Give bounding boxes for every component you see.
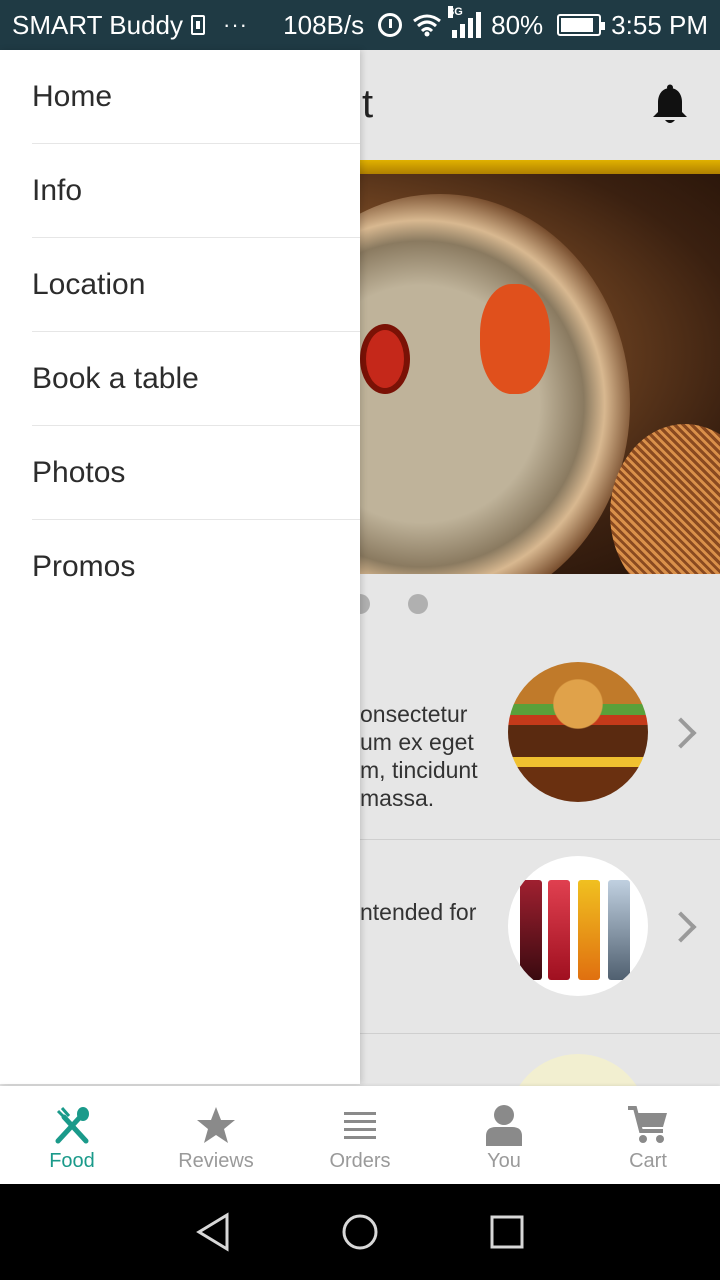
- list-icon: [338, 1104, 382, 1146]
- drawer-item-info[interactable]: Info: [32, 144, 360, 238]
- bottom-navigation: Food Reviews Orders You Cart: [0, 1086, 720, 1184]
- nav-label: Orders: [329, 1150, 391, 1172]
- wifi-icon: [413, 14, 442, 37]
- chevron-right-icon[interactable]: [665, 911, 697, 943]
- navigation-drawer: Home Info Location Book a table Photos P…: [0, 50, 360, 1084]
- network-type: 3G: [448, 6, 463, 18]
- carrier-name: SMART Buddy: [12, 9, 184, 40]
- alarm-icon: [378, 13, 403, 37]
- tomato-slice: [480, 284, 550, 394]
- notification-bell-icon[interactable]: [650, 84, 690, 126]
- nav-label: Cart: [629, 1150, 667, 1172]
- carousel-indicator: [350, 594, 428, 614]
- drawer-item-book-table[interactable]: Book a table: [32, 332, 360, 426]
- toolbar-title: t: [362, 82, 374, 126]
- nav-food[interactable]: Food: [0, 1086, 144, 1184]
- card-description: ntended for: [360, 899, 477, 925]
- nav-orders[interactable]: Orders: [288, 1086, 432, 1184]
- drinks-image: [508, 856, 648, 996]
- nav-reviews[interactable]: Reviews: [144, 1086, 288, 1184]
- sim-icon: [191, 15, 206, 35]
- nav-you[interactable]: You: [432, 1086, 576, 1184]
- chevron-right-icon[interactable]: [665, 717, 697, 749]
- recents-icon[interactable]: [487, 1212, 527, 1252]
- star-icon: [194, 1104, 238, 1146]
- network-speed: 108B/s: [283, 9, 365, 40]
- nav-label: Food: [49, 1150, 95, 1172]
- noodle-plate: [610, 424, 720, 574]
- system-navigation-bar: [0, 1184, 720, 1280]
- cart-icon: [626, 1104, 670, 1146]
- clock: 3:55 PM: [611, 9, 708, 40]
- nav-label: You: [487, 1150, 521, 1172]
- drawer-item-home[interactable]: Home: [32, 50, 360, 144]
- burger-image: [508, 662, 648, 802]
- battery-icon: [557, 14, 606, 36]
- chili-slice: [360, 324, 410, 394]
- back-icon[interactable]: [193, 1212, 233, 1252]
- person-icon: [482, 1104, 526, 1146]
- home-icon[interactable]: [340, 1212, 380, 1252]
- carousel-dot[interactable]: [408, 594, 428, 614]
- cell-signal-icon: 3G: [448, 6, 482, 38]
- nav-label: Reviews: [178, 1150, 254, 1172]
- status-bar: SMART Buddy ··· 108B/s 3G 80% 3:55 PM: [0, 0, 720, 50]
- drawer-item-promos[interactable]: Promos: [32, 520, 360, 614]
- card-description: onsectetur um ex eget m, tincidunt massa…: [360, 701, 478, 811]
- drawer-item-photos[interactable]: Photos: [32, 426, 360, 520]
- battery-percent: 80%: [491, 9, 544, 40]
- fork-spoon-icon: [50, 1104, 94, 1146]
- drawer-item-location[interactable]: Location: [32, 238, 360, 332]
- more-notifications-icon: ···: [223, 12, 248, 37]
- nav-cart[interactable]: Cart: [576, 1086, 720, 1184]
